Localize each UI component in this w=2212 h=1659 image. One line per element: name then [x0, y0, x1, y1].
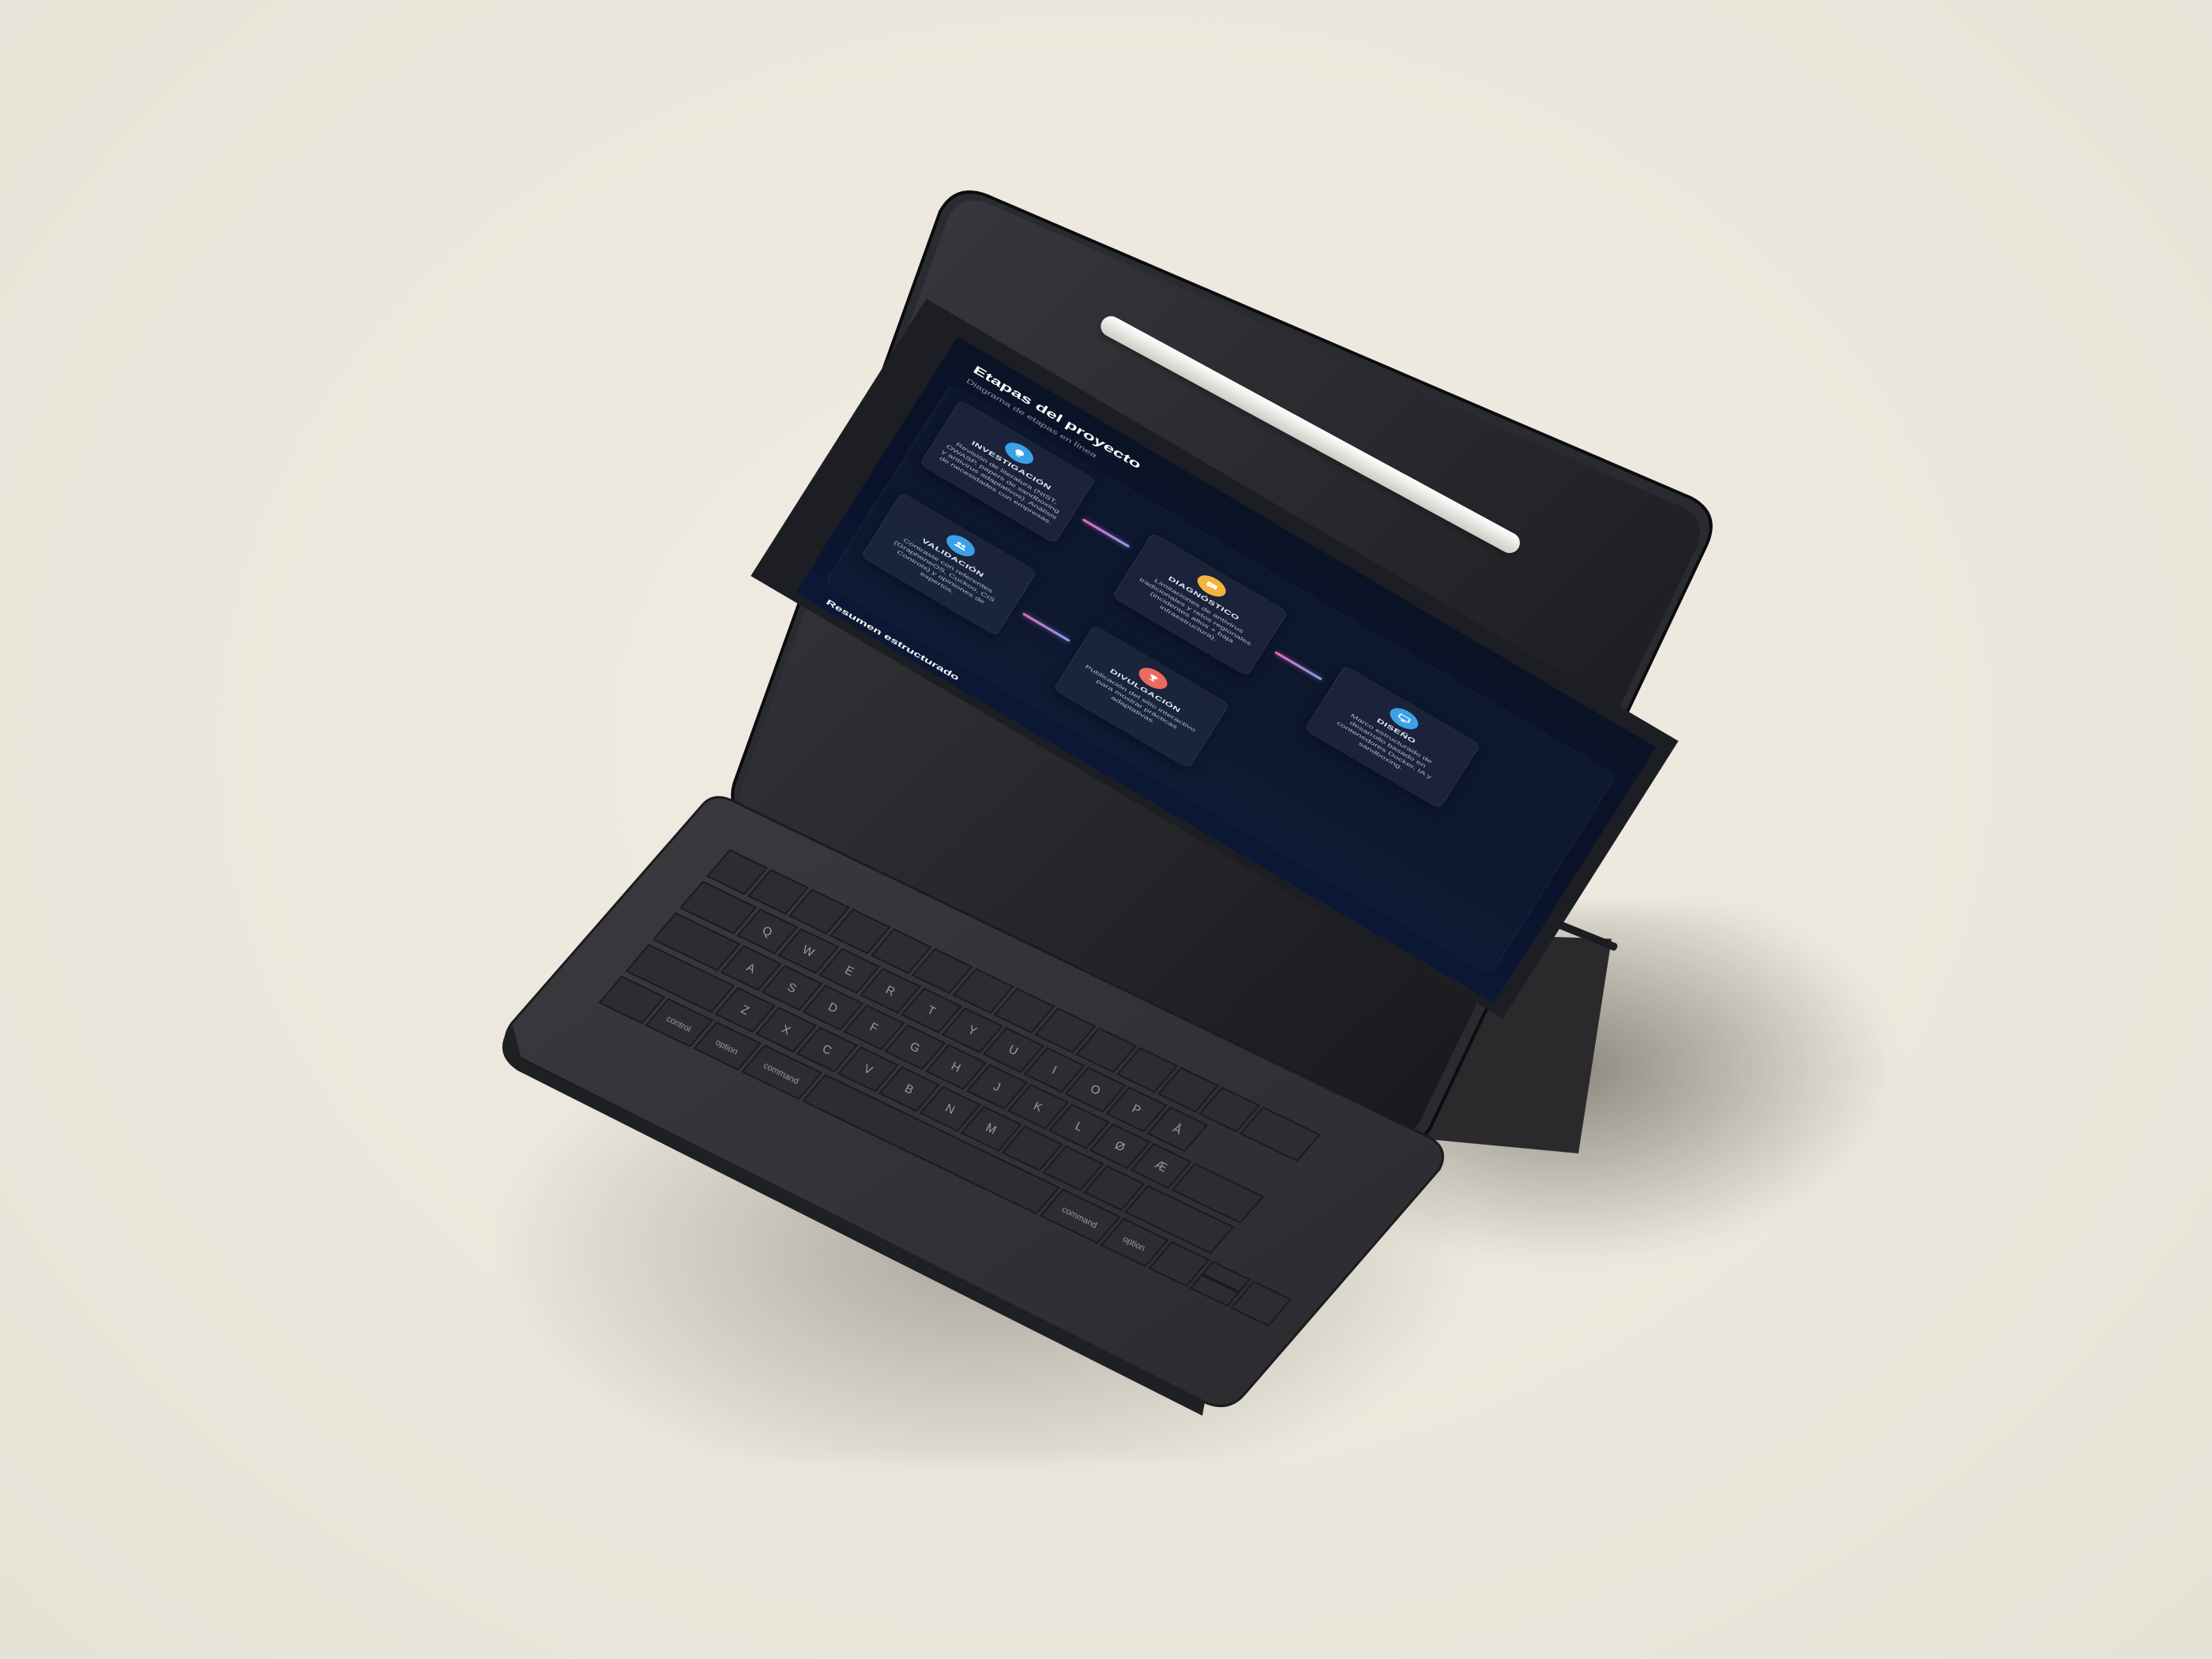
scene: Etapas del proyecto Diagrama de etapas e… — [0, 0, 2212, 1659]
keyboard: Q W E R T Y U I O P Å A S D F G H J K L Ø Æ Z X C V B N Mcontrol opti… — [0, 0, 2212, 1659]
keyboard-graphic: QWERTYUIOPÅASDFGHJKLØÆZXCVBNMcontrolopti… — [502, 796, 1444, 1416]
